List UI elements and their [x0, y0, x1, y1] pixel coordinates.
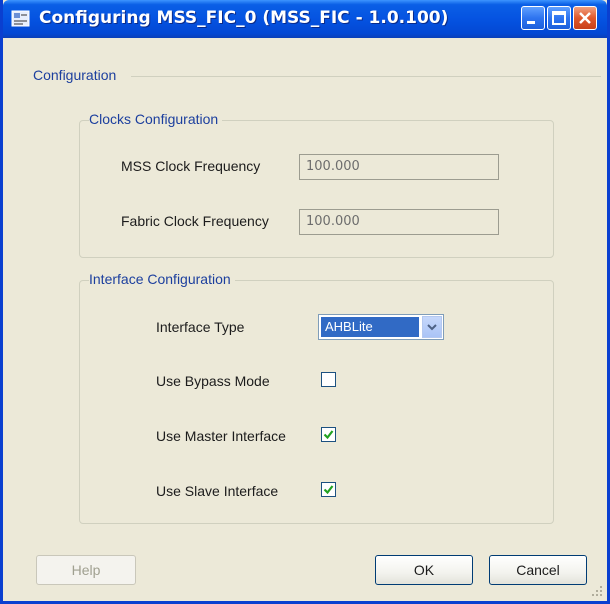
slave-interface-label: Use Slave Interface [156, 483, 279, 499]
chevron-down-icon [427, 324, 437, 331]
interface-type-value: AHBLite [321, 317, 419, 337]
checkmark-icon [323, 430, 334, 440]
configuration-divider [131, 76, 601, 77]
title-bar[interactable]: Configuring MSS_FIC_0 (MSS_FIC - 1.0.100… [3, 0, 607, 38]
clocks-group-title: Clocks Configuration [89, 111, 223, 127]
close-button[interactable] [573, 6, 597, 30]
configuration-title: Configuration [33, 67, 121, 83]
dialog-window: Configuring MSS_FIC_0 (MSS_FIC - 1.0.100… [0, 0, 610, 604]
master-interface-label: Use Master Interface [156, 428, 286, 444]
window-title: Configuring MSS_FIC_0 (MSS_FIC - 1.0.100… [39, 8, 449, 28]
mss-clock-field[interactable]: 100.000 [299, 154, 499, 180]
resize-grip-icon[interactable] [591, 585, 603, 597]
interface-type-label: Interface Type [156, 319, 245, 335]
minimize-button[interactable] [521, 6, 545, 30]
bypass-mode-checkbox[interactable] [321, 372, 336, 387]
ok-button[interactable]: OK [375, 555, 473, 585]
checkmark-icon [323, 485, 334, 495]
fabric-clock-label: Fabric Clock Frequency [121, 213, 269, 229]
mss-clock-label: MSS Clock Frequency [121, 158, 261, 174]
interface-group-title: Interface Configuration [89, 271, 235, 287]
maximize-icon [552, 11, 566, 25]
bypass-mode-label: Use Bypass Mode [156, 373, 270, 389]
help-button[interactable]: Help [36, 555, 136, 585]
minimize-icon [527, 21, 535, 24]
cancel-button[interactable]: Cancel [489, 555, 587, 585]
slave-interface-checkbox[interactable] [321, 482, 336, 497]
close-icon [579, 12, 591, 24]
dropdown-button[interactable] [422, 316, 442, 338]
interface-group [79, 280, 554, 524]
clocks-group [79, 120, 554, 258]
maximize-button[interactable] [547, 6, 571, 30]
interface-type-select[interactable]: AHBLite [318, 314, 444, 340]
app-icon [11, 10, 30, 27]
fabric-clock-field[interactable]: 100.000 [299, 209, 499, 235]
master-interface-checkbox[interactable] [321, 427, 336, 442]
